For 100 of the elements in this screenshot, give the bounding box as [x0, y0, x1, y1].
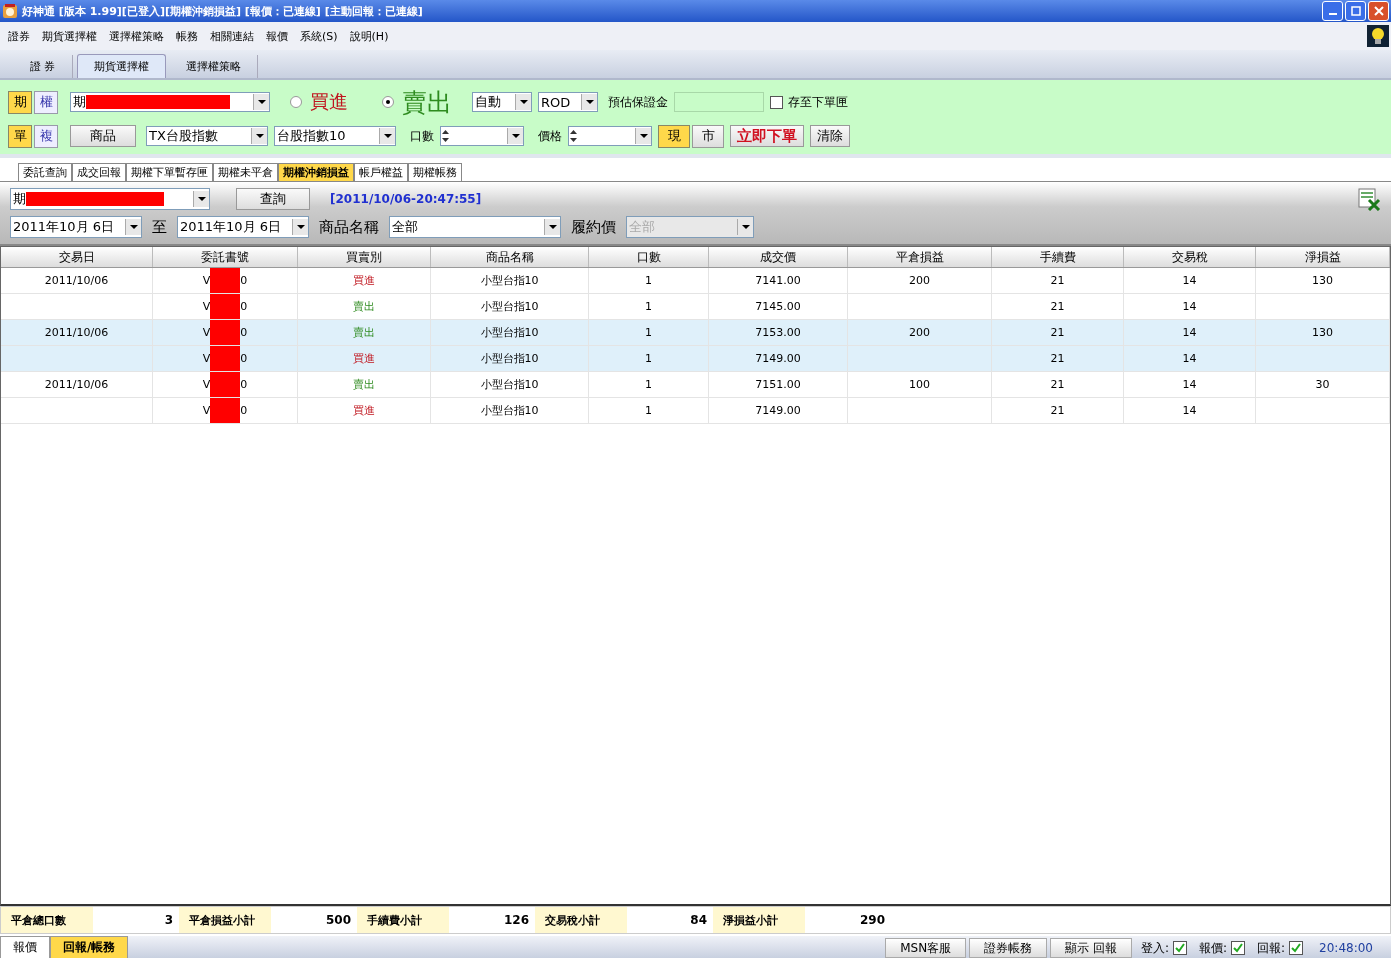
menu-item[interactable]: 說明(H)	[349, 28, 389, 44]
table-cell: 21	[992, 294, 1124, 319]
redaction-bar	[210, 398, 241, 423]
menu-item[interactable]: 證券	[8, 28, 30, 44]
price-spinner[interactable]	[568, 126, 652, 146]
spreadsheet-export-icon[interactable]	[1357, 187, 1381, 211]
tab[interactable]: 期權下單暫存匣	[126, 163, 213, 181]
status-indicator: 回報:	[1257, 938, 1304, 958]
query-button[interactable]: 查詢	[236, 188, 310, 210]
account-dropdown[interactable]: 期	[10, 188, 210, 210]
column-header[interactable]: 手續費	[992, 247, 1124, 267]
column-header[interactable]: 買賣別	[298, 247, 431, 267]
lightbulb-icon[interactable]	[1367, 25, 1389, 47]
table-cell: 小型台指10	[431, 268, 589, 293]
tab[interactable]: 選擇權策略	[169, 55, 258, 78]
tab[interactable]: 委託查詢	[18, 163, 72, 181]
table-cell: 21	[992, 320, 1124, 345]
column-header[interactable]: 口數	[589, 247, 709, 267]
column-header[interactable]: 交易稅	[1124, 247, 1256, 267]
table-cell: 130	[1256, 320, 1390, 345]
table-cell: 2011/10/06	[1, 320, 153, 345]
table-cell: 14	[1124, 346, 1256, 371]
status-indicator: 報價:	[1199, 938, 1246, 958]
menu-item[interactable]: 系統(S)	[300, 28, 338, 44]
minimize-button[interactable]	[1322, 1, 1343, 21]
tab[interactable]: 期貨選擇權	[76, 54, 166, 78]
table-cell: 21	[992, 346, 1124, 371]
column-header[interactable]: 交易日	[1, 247, 153, 267]
menu-item[interactable]: 選擇權策略	[109, 28, 164, 44]
status-button[interactable]: MSN客服	[885, 938, 967, 958]
account-dropdown[interactable]: 期	[70, 92, 270, 112]
table-cell: 21	[992, 398, 1124, 423]
table-cell: 2011/10/06	[1, 268, 153, 293]
strike-price-label: 履約價	[571, 217, 616, 237]
clear-button[interactable]: 清除	[810, 125, 850, 147]
table-cell: 1	[589, 268, 709, 293]
table-cell: 小型台指10	[431, 398, 589, 423]
price-type-button[interactable]: 市	[692, 124, 724, 148]
table-cell: 1	[589, 398, 709, 423]
menu-item[interactable]: 報價	[266, 28, 288, 44]
summary-value: 290	[858, 912, 886, 929]
start-date-picker[interactable]: 2011年10月 6日	[10, 216, 142, 238]
spin-arrows-icon[interactable]	[441, 129, 450, 143]
price-type-button[interactable]: 現	[658, 124, 690, 148]
maximize-button[interactable]	[1345, 1, 1366, 21]
redaction-bar	[210, 320, 241, 345]
table-cell: 1	[589, 372, 709, 397]
menu-item[interactable]: 期貨選擇權	[42, 28, 97, 44]
column-header[interactable]: 商品名稱	[431, 247, 589, 267]
tab[interactable]: 期權未平倉	[213, 163, 278, 181]
table-cell: 14	[1124, 320, 1256, 345]
column-header[interactable]: 淨損益	[1256, 247, 1390, 267]
duration-dropdown[interactable]: ROD	[538, 92, 598, 112]
table-cell: 200	[848, 268, 992, 293]
summary-label: 手續費小計	[357, 907, 449, 933]
toggle-button[interactable]: 期	[8, 90, 32, 114]
radio-option[interactable]: 買進	[290, 89, 348, 115]
toggle-button[interactable]: 單	[8, 124, 32, 148]
table-cell: 21	[992, 372, 1124, 397]
status-button[interactable]: 顯示 回報	[1050, 938, 1132, 958]
summary-label: 交易稅小計	[535, 907, 627, 933]
menu-item[interactable]: 相關連結	[210, 28, 254, 44]
app-icon	[2, 3, 18, 19]
tab[interactable]: 期權帳務	[408, 163, 462, 181]
tab[interactable]: 證 券	[14, 55, 73, 78]
quantity-spinner[interactable]	[440, 126, 524, 146]
menu-item[interactable]: 帳務	[176, 28, 198, 44]
radio-option[interactable]: 賣出	[382, 85, 452, 119]
tab[interactable]: 成交回報	[72, 163, 126, 181]
toggle-button[interactable]: 複	[34, 124, 58, 148]
save-checkbox[interactable]: 存至下單匣	[770, 93, 848, 111]
toggle-button[interactable]: 權	[34, 90, 58, 114]
status-button[interactable]: 證券帳務	[969, 938, 1048, 958]
table-cell: 買進	[298, 346, 431, 371]
table-cell: 買進	[298, 398, 431, 423]
submit-order-button[interactable]: 立即下單	[730, 125, 804, 147]
close-button[interactable]	[1368, 1, 1389, 21]
product-dropdown[interactable]: TX台股指數	[146, 126, 268, 146]
tab[interactable]: 回報/帳務	[50, 936, 129, 958]
end-date-picker[interactable]: 2011年10月 6日	[177, 216, 309, 238]
table-cell: 小型台指10	[431, 346, 589, 371]
table-cell: 14	[1124, 398, 1256, 423]
product-name-dropdown[interactable]: 全部	[389, 216, 561, 238]
redaction-bar	[210, 268, 241, 293]
column-header[interactable]: 委託書號	[153, 247, 298, 267]
table-cell: V 0	[153, 372, 298, 397]
table-cell: 小型台指10	[431, 372, 589, 397]
tab[interactable]: 期權沖銷損益	[278, 163, 354, 181]
mode-dropdown[interactable]: 自動	[472, 92, 532, 112]
timestamp: [2011/10/06-20:47:55]	[330, 192, 482, 206]
column-header[interactable]: 成交價	[709, 247, 848, 267]
table-cell: 7141.00	[709, 268, 848, 293]
tab[interactable]: 帳戶權益	[354, 163, 408, 181]
spin-arrows-icon[interactable]	[569, 129, 578, 143]
margin-field[interactable]	[674, 92, 764, 112]
contract-dropdown[interactable]: 台股指數10	[274, 126, 396, 146]
product-button[interactable]: 商品	[70, 125, 136, 147]
product-name-label: 商品名稱	[319, 217, 379, 237]
tab[interactable]: 報價	[0, 936, 50, 958]
column-header[interactable]: 平倉損益	[848, 247, 992, 267]
